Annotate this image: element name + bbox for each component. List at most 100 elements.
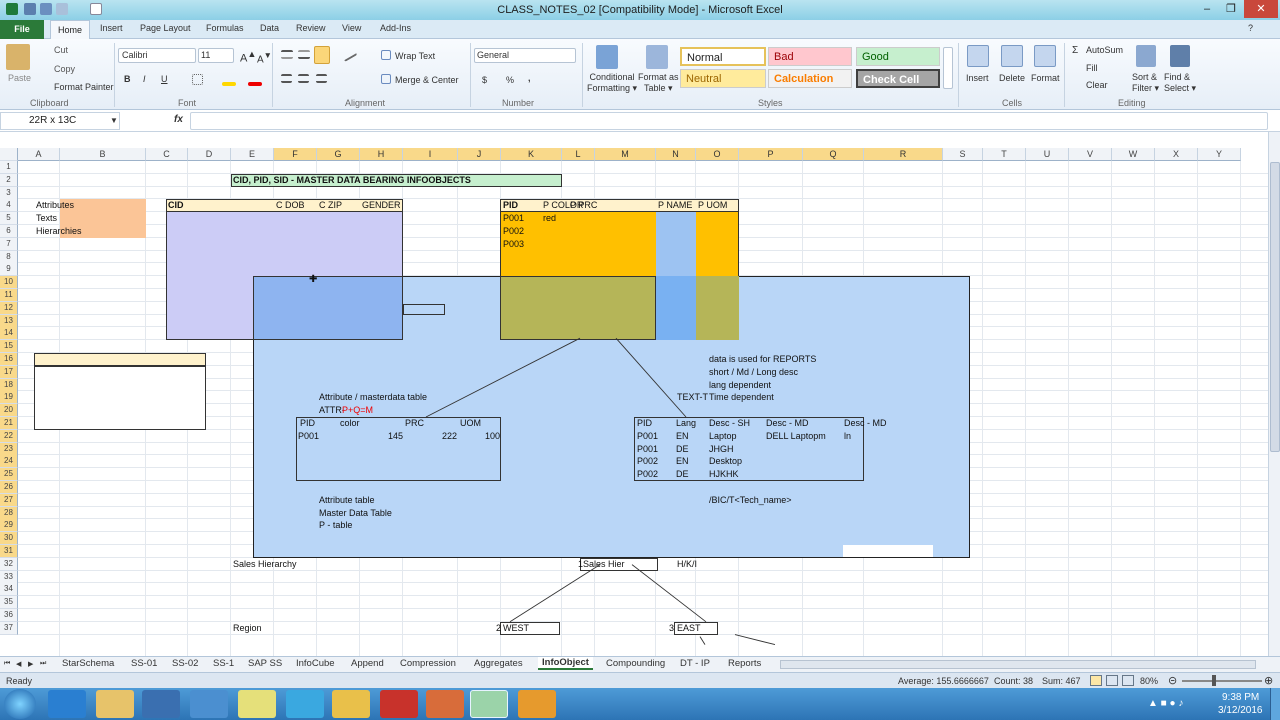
sheet-tab[interactable]: DT - IP — [680, 658, 710, 669]
clear-button[interactable]: Clear — [1086, 80, 1108, 90]
autosum-button[interactable]: AutoSum — [1086, 45, 1123, 55]
tab-file[interactable]: File — [0, 20, 44, 39]
style-neutral[interactable]: Neutral — [680, 69, 766, 88]
styles-more-icon[interactable] — [943, 47, 953, 89]
tab-data[interactable]: Data — [260, 23, 279, 33]
find-select-button[interactable]: Find & Select ▾ — [1164, 72, 1196, 94]
tab-view[interactable]: View — [342, 23, 361, 33]
sort-filter-button[interactable]: Sort & Filter ▾ — [1132, 72, 1159, 94]
insert-cells-button[interactable]: Insert — [966, 73, 989, 83]
notes-app-icon[interactable] — [332, 690, 370, 718]
conditional-formatting-icon[interactable] — [596, 45, 618, 69]
start-orb-icon[interactable] — [4, 689, 36, 719]
sheet-tab[interactable]: Aggregates — [474, 658, 523, 669]
page-break-view-icon[interactable] — [1122, 675, 1134, 686]
minimize-button[interactable]: – — [1194, 0, 1220, 18]
normal-view-icon[interactable] — [1090, 675, 1102, 686]
powerpoint-icon[interactable] — [426, 690, 464, 718]
italic-button[interactable]: I — [143, 74, 146, 84]
conditional-formatting-button[interactable]: Conditional Formatting ▾ — [587, 72, 637, 94]
align-center-icon[interactable] — [298, 74, 309, 83]
borders-icon[interactable] — [192, 74, 203, 85]
zoom-slider-thumb[interactable] — [1212, 675, 1216, 686]
shrink-font-button[interactable]: A▼ — [257, 50, 272, 65]
page-layout-view-icon[interactable] — [1106, 675, 1118, 686]
format-cells-button[interactable]: Format — [1031, 73, 1060, 83]
format-cells-icon[interactable] — [1034, 45, 1056, 67]
merge-center-button[interactable]: Merge & Center — [395, 75, 459, 85]
ie-icon[interactable] — [48, 690, 86, 718]
sheet-nav-icon[interactable]: ⏮ — [4, 660, 10, 668]
sheet-tab[interactable]: SS-01 — [131, 658, 157, 669]
tab-home[interactable]: Home — [50, 20, 90, 40]
horizontal-scrollbar[interactable] — [780, 660, 1256, 669]
tab-insert[interactable]: Insert — [100, 23, 123, 33]
align-top-icon[interactable] — [281, 50, 293, 59]
scroll-thumb[interactable] — [1270, 162, 1280, 452]
merge-icon[interactable] — [381, 74, 391, 84]
cut-button[interactable]: Cut — [54, 45, 68, 55]
align-bottom-icon[interactable] — [314, 46, 330, 64]
align-middle-icon[interactable] — [298, 50, 310, 59]
acrobat-icon[interactable] — [380, 690, 418, 718]
sheet-tab[interactable]: Compounding — [606, 658, 665, 669]
sheet-nav-icon[interactable]: ◀ — [16, 660, 21, 668]
insert-cells-icon[interactable] — [967, 45, 989, 67]
paste-icon[interactable] — [6, 44, 30, 70]
grow-font-button[interactable]: A▲ — [240, 49, 256, 65]
sheet-tab[interactable]: Compression — [400, 658, 456, 669]
explorer-icon[interactable] — [96, 690, 134, 718]
style-calculation[interactable]: Calculation — [768, 69, 852, 88]
show-desktop-button[interactable] — [1270, 688, 1280, 720]
sheet-tab[interactable]: Append — [351, 658, 384, 669]
name-box-dropdown-icon[interactable]: ▼ — [110, 116, 118, 125]
sort-filter-icon[interactable] — [1136, 45, 1156, 67]
format-painter-button[interactable]: Format Painter — [54, 82, 114, 92]
fill-color-icon[interactable] — [222, 82, 236, 86]
sticky-notes-icon[interactable] — [238, 690, 276, 718]
find-select-icon[interactable] — [1170, 45, 1190, 67]
sheet-tab[interactable]: SS-02 — [172, 658, 198, 669]
sheet-tab[interactable]: Reports — [728, 658, 761, 669]
style-normal[interactable]: Normal — [680, 47, 766, 66]
skype-icon[interactable] — [286, 690, 324, 718]
sheet-nav-icon[interactable]: ⏭ — [40, 660, 46, 668]
style-good[interactable]: Good — [856, 47, 940, 66]
delete-cells-button[interactable]: Delete — [999, 73, 1025, 83]
restore-button[interactable]: ❐ — [1218, 0, 1244, 18]
comma-button[interactable]: , — [528, 73, 531, 83]
fx-icon[interactable]: fx — [174, 114, 183, 125]
sheet-tab[interactable]: SS-1 — [213, 658, 234, 669]
tab-formulas[interactable]: Formulas — [206, 23, 244, 33]
align-right-icon[interactable] — [316, 74, 327, 83]
close-button[interactable]: ✕ — [1244, 0, 1278, 18]
sheet-tab[interactable]: SAP SS — [248, 658, 282, 669]
bold-button[interactable]: B — [124, 74, 131, 84]
sheet-tab[interactable]: InfoCube — [296, 658, 335, 669]
font-color-icon[interactable] — [248, 82, 262, 86]
tab-review[interactable]: Review — [296, 23, 326, 33]
tray-icons[interactable]: ▲ ■ ● ♪ — [1148, 698, 1183, 709]
tab-addins[interactable]: Add-Ins — [380, 23, 411, 33]
vertical-scrollbar[interactable] — [1268, 132, 1280, 656]
excel-taskbar-icon[interactable] — [470, 690, 508, 718]
formula-input[interactable] — [190, 112, 1268, 130]
sheet-tab[interactable]: StarSchema — [62, 658, 114, 669]
style-check-cell[interactable]: Check Cell — [856, 69, 940, 88]
underline-button[interactable]: U — [161, 74, 168, 84]
flower-app-icon[interactable] — [518, 690, 556, 718]
currency-button[interactable]: $ — [482, 75, 487, 85]
paste-button[interactable]: Paste — [8, 73, 31, 83]
clock-time[interactable]: 9:38 PM — [1222, 692, 1259, 703]
style-bad[interactable]: Bad — [768, 47, 852, 66]
media-player-icon[interactable] — [142, 690, 180, 718]
zoom-level[interactable]: 80% — [1140, 676, 1158, 686]
zoom-in-icon[interactable]: ⊕ — [1264, 674, 1273, 687]
zoom-out-icon[interactable]: ⊝ — [1168, 674, 1177, 687]
percent-button[interactable]: % — [506, 75, 514, 85]
format-as-table-icon[interactable] — [646, 45, 668, 69]
fill-button[interactable]: Fill — [1086, 63, 1098, 73]
format-as-table-button[interactable]: Format as Table ▾ — [638, 72, 679, 94]
worksheet-grid[interactable]: A B C D E F G H I J K L M N O P Q R S T U V W X Y 1 2 3 4 5 6 7 8 9 10 11 12… — [0, 148, 1268, 656]
wrap-text-button[interactable]: Wrap Text — [395, 51, 435, 61]
